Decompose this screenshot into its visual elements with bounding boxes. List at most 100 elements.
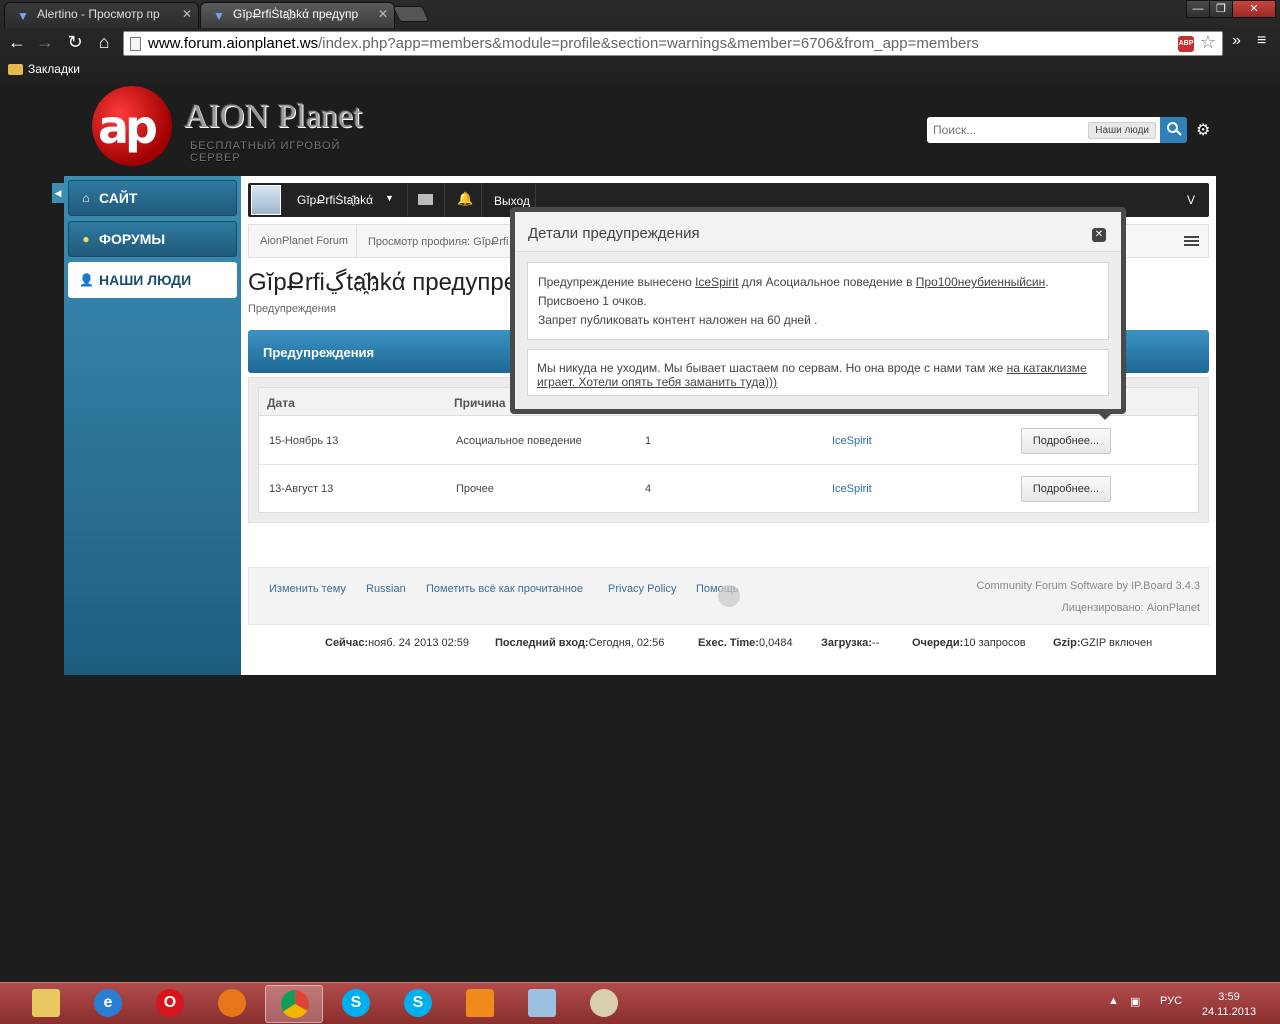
firefox-icon bbox=[218, 989, 246, 1017]
mail-icon[interactable] bbox=[418, 194, 433, 205]
details-button[interactable]: Подробнее... bbox=[1021, 428, 1111, 454]
minimize-button[interactable]: — bbox=[1186, 0, 1210, 18]
taskbar-ie[interactable]: e bbox=[79, 985, 137, 1023]
close-window-button[interactable]: ✕ bbox=[1232, 0, 1276, 18]
sidebar-item-people[interactable]: 👤 НАШИ ЛЮДИ bbox=[68, 262, 237, 298]
new-tab-button[interactable] bbox=[392, 6, 430, 22]
forward-arrow-icon[interactable]: → bbox=[34, 31, 56, 53]
taskbar-skype[interactable]: S bbox=[327, 985, 385, 1023]
close-icon[interactable]: ✕ bbox=[1092, 228, 1106, 242]
language-indicator[interactable]: РУС bbox=[1160, 995, 1182, 1007]
sidebar-item-forums[interactable]: ● ФОРУМЫ bbox=[68, 221, 237, 257]
details-button[interactable]: Подробнее... bbox=[1021, 476, 1111, 502]
extensions-overflow-icon[interactable]: » bbox=[1232, 32, 1241, 50]
search-button[interactable] bbox=[1160, 117, 1187, 143]
forum-favicon-icon: ▼ bbox=[17, 9, 29, 23]
moderator-link[interactable]: IceSpirit bbox=[695, 275, 738, 289]
taskbar-installer[interactable] bbox=[513, 985, 571, 1023]
tray-expand-icon[interactable]: ▲ bbox=[1108, 995, 1119, 1007]
sidebar-item-site[interactable]: ⌂ САЙТ bbox=[68, 180, 237, 216]
avatar[interactable] bbox=[251, 185, 281, 215]
adblock-icon[interactable]: ABP bbox=[1178, 36, 1194, 52]
bookmark-star-icon[interactable]: ☆ bbox=[1200, 32, 1216, 53]
sidebar-collapse-icon[interactable]: ◀ bbox=[52, 183, 64, 203]
note-link[interactable]: на катаклизме bbox=[1007, 361, 1087, 375]
column-header-date[interactable]: Дата bbox=[267, 396, 295, 410]
home-icon[interactable]: ⌂ bbox=[93, 31, 115, 53]
reload-icon[interactable]: ↻ bbox=[64, 31, 86, 53]
sidebar-item-label: САЙТ bbox=[99, 190, 138, 206]
site-logo[interactable]: ap AION Planet БЕСПЛАТНЫЙ ИГРОВОЙ СЕРВЕР bbox=[92, 86, 392, 168]
chevron-down-icon[interactable]: ▼ bbox=[385, 193, 394, 203]
logo-title: AION Planet bbox=[184, 98, 363, 135]
page-description: Предупреждения bbox=[248, 303, 336, 315]
privacy-policy-link[interactable]: Privacy Policy bbox=[608, 583, 676, 595]
topic-link[interactable]: Про100неубиенныйсин bbox=[916, 275, 1045, 289]
sidebar-item-label: ФОРУМЫ bbox=[99, 231, 166, 247]
bookmarks-bar: Закладки bbox=[0, 60, 1280, 82]
back-arrow-icon[interactable]: ← bbox=[6, 31, 28, 53]
modal-title: Детали предупреждения bbox=[528, 225, 700, 242]
home-icon: ⌂ bbox=[82, 191, 90, 205]
mark-all-read-link[interactable]: Пометить всё как прочитанное bbox=[426, 583, 583, 595]
opera-icon: O bbox=[156, 989, 184, 1017]
paint-icon bbox=[590, 989, 618, 1017]
ie-icon: e bbox=[94, 989, 122, 1017]
browser-tab-alertino[interactable]: ▼ Alertino - Просмотр пр ✕ bbox=[4, 2, 199, 28]
taskbar-opera[interactable]: O bbox=[141, 985, 199, 1023]
taskbar-explorer[interactable] bbox=[17, 985, 75, 1023]
network-icon[interactable]: ▣ bbox=[1130, 995, 1140, 1008]
stat-queries: Очереди:10 запросов bbox=[912, 637, 1026, 649]
search-box: Наши люди bbox=[927, 117, 1160, 143]
list-icon[interactable] bbox=[1184, 236, 1199, 246]
logout-link[interactable]: Выход bbox=[494, 194, 530, 208]
row-date: 15-Ноябрь 13 bbox=[269, 435, 339, 447]
maximize-button[interactable]: ❐ bbox=[1209, 0, 1233, 18]
language-link[interactable]: Russian bbox=[366, 583, 406, 595]
column-header-reason[interactable]: Причина bbox=[454, 396, 506, 410]
breadcrumb-current: Просмотр профиля: GĭpՔrfiṠta҈hkά bbox=[368, 236, 508, 248]
logo-letters: ap bbox=[98, 100, 158, 154]
tab-close-icon[interactable]: ✕ bbox=[378, 7, 388, 21]
forum-favicon-icon: ▼ bbox=[213, 9, 225, 23]
folder-icon bbox=[8, 64, 23, 75]
chrome-menu-icon[interactable]: ≡ bbox=[1257, 32, 1266, 50]
search-input[interactable] bbox=[927, 117, 1087, 143]
address-bar[interactable]: www.forum.aionplanet.ws/index.php?app=me… bbox=[123, 31, 1223, 56]
gear-icon[interactable]: ⚙ bbox=[1196, 120, 1210, 140]
moderator-note-line1: Мы никуда не уходим. Мы бывает шастаем п… bbox=[537, 361, 1087, 375]
row-moderator-link[interactable]: IceSpirit bbox=[832, 435, 872, 447]
taskbar-paint[interactable] bbox=[575, 985, 633, 1023]
search-scope-button[interactable]: Наши люди bbox=[1088, 122, 1156, 139]
system-clock[interactable]: 3:59 24.11.2013 bbox=[1199, 990, 1259, 1020]
stat-load: Загрузка:-- bbox=[821, 637, 880, 649]
browser-toolbar: ← → ↻ ⌂ www.forum.aionplanet.ws/index.ph… bbox=[0, 28, 1280, 58]
restriction-line: Запрет публиковать контент наложен на 60… bbox=[538, 313, 818, 327]
note-link[interactable]: играет. Хотели опять тебя заманить туда)… bbox=[537, 375, 777, 389]
bell-icon[interactable]: 🔔 bbox=[457, 191, 473, 207]
tab-close-icon[interactable]: ✕ bbox=[182, 7, 192, 21]
tab-title: GĭpՔrfiṠta҈hkά предупр bbox=[233, 7, 359, 21]
user-bar-toggle[interactable]: V bbox=[1187, 193, 1195, 207]
bookmarks-folder[interactable]: Закладки bbox=[8, 62, 80, 76]
row-date: 13-Август 13 bbox=[269, 483, 334, 495]
person-icon: 👤 bbox=[79, 273, 94, 287]
modal-pointer bbox=[1096, 411, 1114, 420]
breadcrumb-home[interactable]: AionPlanet Forum bbox=[260, 235, 348, 247]
taskbar-vlc[interactable] bbox=[451, 985, 509, 1023]
taskbar-chrome[interactable] bbox=[265, 985, 323, 1023]
row-moderator-link[interactable]: IceSpirit bbox=[832, 483, 872, 495]
row-reason: Прочее bbox=[456, 483, 494, 495]
sidebar-item-label: НАШИ ЛЮДИ bbox=[99, 272, 192, 288]
url-host: www.forum.aionplanet.ws bbox=[148, 35, 319, 52]
stat-now: Сейчас:нояб. 24 2013 02:59 bbox=[325, 637, 470, 649]
row-points: 4 bbox=[645, 483, 652, 495]
software-credit[interactable]: Community Forum Software by IP.Board 3.4… bbox=[976, 580, 1200, 592]
change-theme-link[interactable]: Изменить тему bbox=[269, 583, 346, 595]
scroll-top-button[interactable] bbox=[718, 585, 740, 607]
url-path: /index.php?app=members&module=profile&se… bbox=[318, 35, 979, 52]
taskbar-skype-2[interactable]: S bbox=[389, 985, 447, 1023]
browser-tab-warnings[interactable]: ▼ GĭpՔrfiṠta҈hkά предупр ✕ bbox=[200, 2, 395, 28]
user-menu-name[interactable]: GĭpՔrfiṠta҈hkά bbox=[297, 193, 373, 207]
taskbar-firefox[interactable] bbox=[203, 985, 261, 1023]
